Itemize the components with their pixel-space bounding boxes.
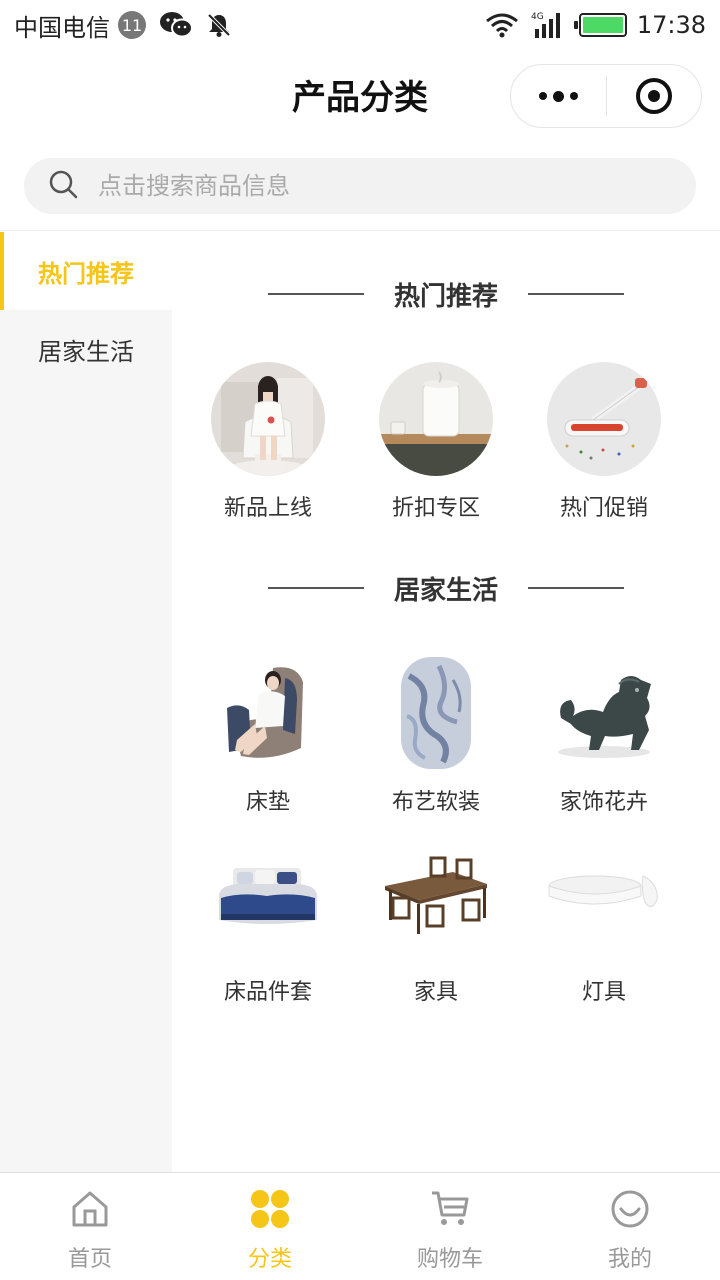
- sidebar-item-label: 居家生活: [38, 337, 134, 366]
- category-item-soft-furnishing[interactable]: 布艺软装: [352, 656, 520, 816]
- header-divider: [0, 230, 720, 231]
- item-label: 热门促销: [559, 496, 648, 521]
- mini-program-capsule: [510, 64, 702, 128]
- notification-badge: 11: [118, 11, 146, 39]
- rug-photo: [379, 656, 493, 770]
- item-label: 折扣专区: [391, 496, 480, 521]
- category-item-mattress[interactable]: 床垫: [184, 656, 352, 816]
- tab-bar: 首页 分类 购物车 我的: [0, 1172, 720, 1280]
- nav-header: 产品分类: [0, 50, 720, 142]
- section-title: 居家生活: [393, 575, 498, 606]
- carrier-name: 中国电信: [14, 13, 110, 42]
- section-line-right: [528, 293, 624, 295]
- section-line-left: [267, 587, 364, 589]
- section-header-home-living: 居家生活: [172, 568, 720, 608]
- tab-home[interactable]: 首页: [0, 1173, 180, 1280]
- cell-signal-icon: 4G: [531, 11, 565, 39]
- section-line-left: [267, 293, 364, 295]
- bronze-statue-photo: [547, 656, 661, 770]
- section-title: 热门推荐: [393, 281, 498, 312]
- section-header-hot: 热门推荐: [172, 274, 720, 314]
- item-label: 家饰花卉: [559, 790, 648, 815]
- status-icons: 4G 17:38: [473, 11, 706, 39]
- category-item-bedding[interactable]: 床品件套: [184, 846, 352, 1006]
- category-sidebar: 热门推荐 居家生活: [0, 232, 172, 1172]
- sidebar-item-hot[interactable]: 热门推荐: [0, 232, 172, 310]
- cart-icon: [430, 1189, 470, 1233]
- category-item-lighting[interactable]: 灯具: [520, 846, 688, 1006]
- clock: 17:38: [636, 11, 706, 39]
- woman-in-white-photo: [211, 362, 325, 476]
- sidebar-item-label: 热门推荐: [38, 259, 134, 288]
- more-dots-icon: [538, 90, 578, 102]
- wifi-icon: [485, 12, 519, 38]
- smile-icon: [610, 1189, 650, 1233]
- category-item-decor[interactable]: 家饰花卉: [520, 656, 688, 816]
- item-label: 家具: [413, 980, 458, 1005]
- tab-label: 购物车: [416, 1247, 483, 1272]
- battery-level: [582, 17, 623, 33]
- target-icon: [635, 78, 672, 114]
- tab-label: 首页: [67, 1247, 112, 1272]
- vacuum-cleaner-photo: [547, 362, 661, 476]
- bedding-photo: [211, 846, 325, 960]
- category-content: 热门推荐 新品上线 折扣专区 热门促销 居家生活 床垫 布艺软装 家饰花卉 床品…: [172, 232, 720, 1172]
- tab-category[interactable]: 分类: [180, 1173, 360, 1280]
- home-icon: [70, 1189, 110, 1233]
- dining-table-photo: [379, 846, 493, 960]
- close-button[interactable]: [607, 65, 702, 127]
- category-item-discount[interactable]: 折扣专区: [352, 362, 520, 522]
- wechat-icon: [158, 10, 194, 40]
- search-bar[interactable]: [24, 158, 696, 214]
- category-icon: [250, 1189, 290, 1233]
- item-label: 灯具: [581, 980, 626, 1005]
- item-label: 布艺软装: [391, 790, 480, 815]
- search-icon: [48, 169, 78, 203]
- network-type: 4G: [531, 12, 544, 22]
- massage-chair-photo: [211, 656, 325, 770]
- sidebar-item-home-living[interactable]: 居家生活: [0, 310, 172, 388]
- mute-bell-icon: [206, 12, 232, 38]
- tab-label: 分类: [247, 1247, 292, 1272]
- ceiling-lamp-photo: [547, 846, 661, 960]
- item-label: 新品上线: [223, 496, 312, 521]
- battery-icon: [573, 13, 627, 37]
- tab-profile[interactable]: 我的: [540, 1173, 720, 1280]
- tab-label: 我的: [607, 1247, 652, 1272]
- item-label: 床品件套: [223, 980, 312, 1005]
- search-input[interactable]: [98, 172, 618, 200]
- more-button[interactable]: [511, 65, 606, 127]
- status-bar: 中国电信 11 4G 17:38: [0, 0, 720, 50]
- section-line-right: [528, 587, 624, 589]
- category-item-furniture[interactable]: 家具: [352, 846, 520, 1006]
- category-item-promo[interactable]: 热门促销: [520, 362, 688, 522]
- item-label: 床垫: [245, 790, 290, 815]
- humidifier-photo: [379, 362, 493, 476]
- tab-cart[interactable]: 购物车: [360, 1173, 540, 1280]
- category-item-new[interactable]: 新品上线: [184, 362, 352, 522]
